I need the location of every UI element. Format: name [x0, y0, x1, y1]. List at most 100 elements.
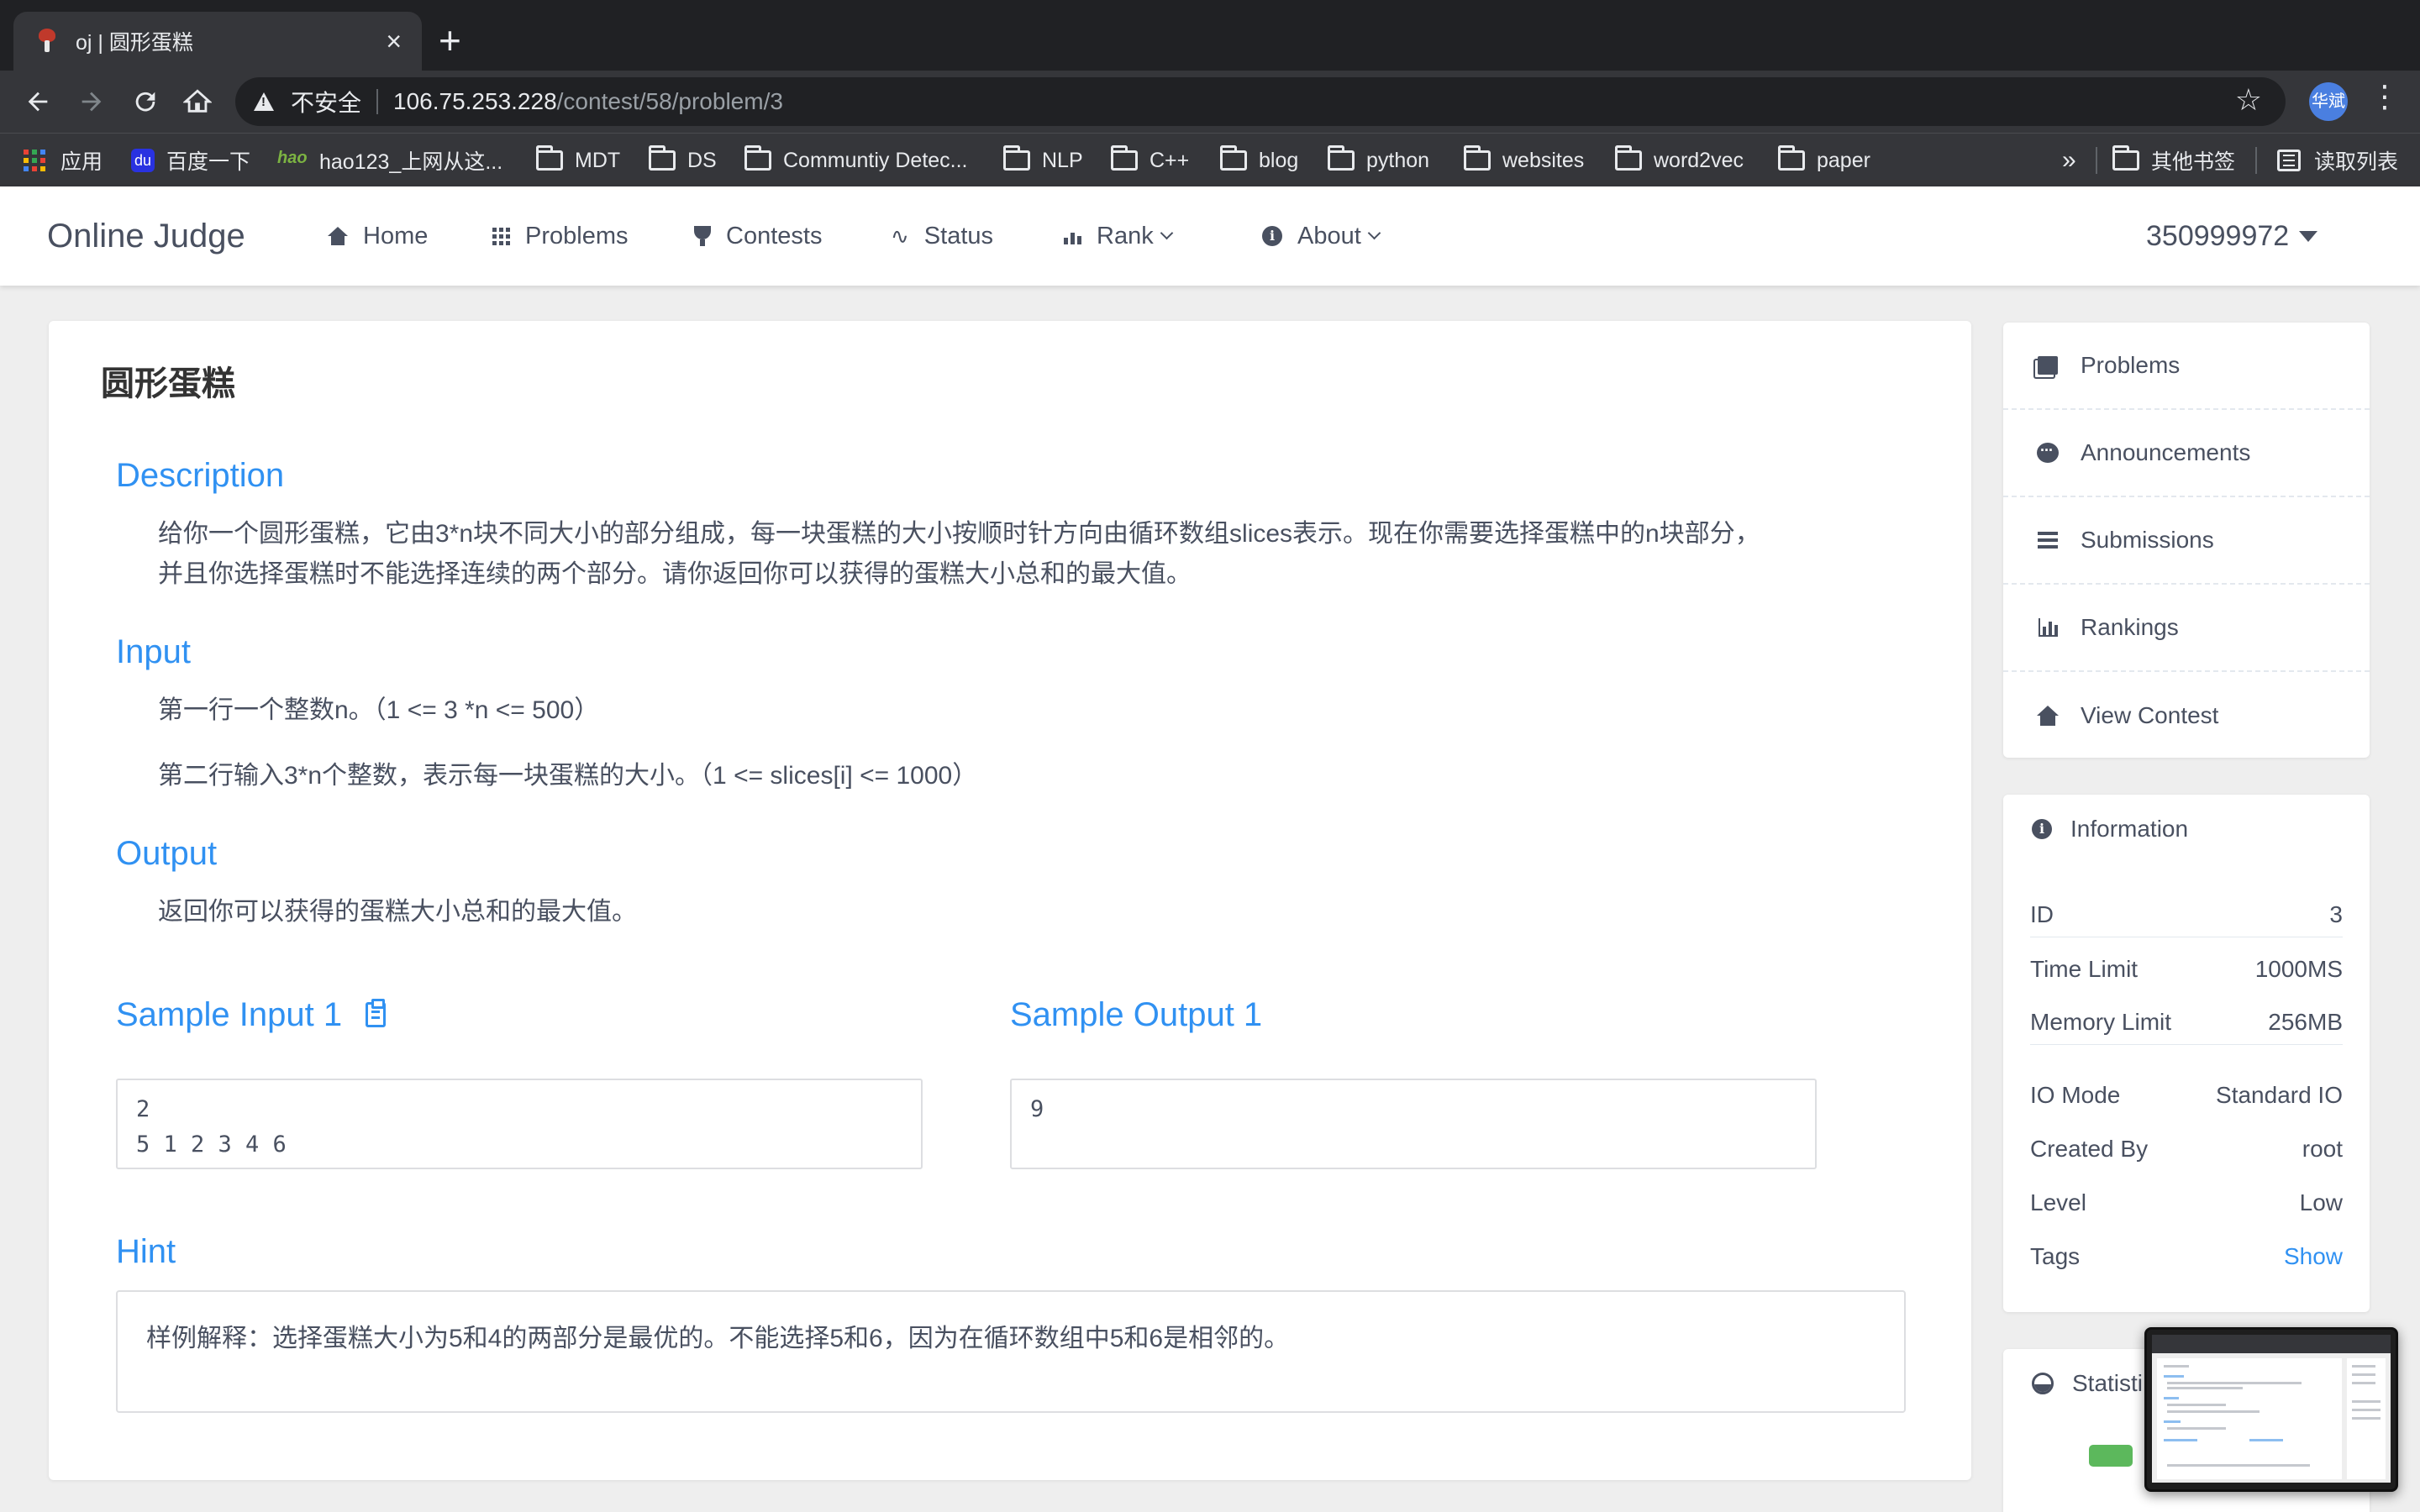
folder-icon	[1111, 145, 1138, 171]
nav-status-label: Status	[923, 222, 994, 249]
nav-contests[interactable]: Contests	[694, 186, 822, 286]
nav-problems[interactable]: Problems	[492, 186, 629, 286]
bookmark-star-icon[interactable]: ☆	[2235, 82, 2262, 118]
description-line: 并且你选择蛋糕时不能选择连续的两个部分。请你返回你可以获得的蛋糕大小总和的最大值…	[158, 560, 1192, 588]
sample-input-heading: Sample Input 1	[116, 996, 387, 1034]
bookmark-folder-ds[interactable]: DS	[649, 134, 717, 187]
bookmark-folder-nlp[interactable]: NLP	[1003, 134, 1083, 187]
sidebar-item-rankings[interactable]: Rankings	[2003, 585, 2370, 672]
chart-legend-swatch[interactable]	[2089, 1445, 2133, 1467]
statistic-title: Statisti	[2072, 1370, 2144, 1396]
new-tab-button[interactable]: +	[439, 18, 461, 62]
pie-chart-icon	[2032, 1373, 2054, 1394]
nav-problems-label: Problems	[525, 222, 629, 249]
bookmarks-overflow-button[interactable]: »	[2062, 134, 2076, 187]
sidebar-item-submissions[interactable]: Submissions	[2003, 497, 2370, 585]
favicon-icon	[37, 29, 57, 54]
clipboard-copy-icon[interactable]	[366, 999, 387, 1027]
folder-icon	[1464, 145, 1491, 171]
nav-contests-label: Contests	[726, 222, 823, 249]
reload-icon	[135, 92, 155, 112]
nav-about-dropdown[interactable]: i About	[1262, 186, 1381, 286]
bookmark-folder-paper[interactable]: paper	[1778, 134, 1870, 187]
security-label: 不安全	[291, 90, 362, 116]
username: 350999972	[2146, 220, 2290, 252]
nav-rank-dropdown[interactable]: Rank	[1064, 186, 1173, 286]
forward-button[interactable]	[71, 79, 113, 124]
book-icon	[2038, 356, 2058, 375]
other-bookmarks[interactable]: 其他书签	[2112, 134, 2235, 187]
nav-home[interactable]: Home	[328, 186, 428, 286]
info-row-io-mode: IO Mode Standard IO	[2030, 1063, 2343, 1117]
bookmark-folder-mdt[interactable]: MDT	[536, 134, 620, 187]
bookmark-folder-websites[interactable]: websites	[1464, 134, 1584, 187]
chat-icon	[2037, 438, 2059, 463]
info-key: Memory Limit	[2030, 1009, 2172, 1035]
info-key: Created By	[2030, 1136, 2149, 1162]
info-row-memory-limit: Memory Limit 256MB	[2030, 991, 2343, 1045]
bar-chart-icon	[2038, 618, 2058, 637]
back-button[interactable]	[17, 79, 59, 124]
nav-status[interactable]: ∿ Status	[891, 186, 993, 286]
grid-icon	[492, 227, 510, 245]
tab-title: oj | 圆形蛋糕	[76, 31, 193, 55]
reload-button[interactable]	[124, 79, 166, 124]
home-button[interactable]	[176, 79, 218, 124]
menu-kebab-icon[interactable]: ⋮	[2370, 79, 2400, 114]
reading-list[interactable]: 读取列表	[2277, 134, 2398, 187]
bookmark-label: word2vec	[1654, 148, 1744, 172]
warning-icon	[254, 92, 274, 111]
problem-card: 圆形蛋糕 Description 给你一个圆形蛋糕，它由3*n块不同大小的部分组…	[49, 321, 1971, 1480]
sample-input-box: 2 5 1 2 3 4 6	[116, 1079, 923, 1169]
chevron-down-icon	[1367, 226, 1381, 239]
user-menu-dropdown[interactable]: 350999972	[2146, 186, 2318, 286]
close-tab-icon[interactable]: ×	[386, 26, 402, 57]
sidebar-item-announcements[interactable]: Announcements	[2003, 410, 2370, 497]
sidebar-item-label: Submissions	[2081, 527, 2214, 553]
bookmark-folder-cpp[interactable]: C++	[1111, 134, 1189, 187]
profile-avatar[interactable]: 华斌	[2309, 82, 2348, 121]
bookmark-label: MDT	[575, 148, 621, 172]
information-header: i Information	[2003, 795, 2370, 864]
bookmark-apps[interactable]: 应用	[24, 134, 103, 187]
bookmarks-bar: 应用 du 百度一下 hao hao123_上网从这... MDT DS Com…	[0, 133, 2420, 186]
bookmark-label: paper	[1817, 148, 1870, 172]
info-key: Level	[2030, 1189, 2086, 1215]
bookmark-folder-word2vec[interactable]: word2vec	[1615, 134, 1744, 187]
folder-icon	[744, 145, 771, 171]
bookmark-folder-community[interactable]: Communtiy Detec...	[744, 134, 968, 187]
folder-icon	[1220, 145, 1247, 171]
home-icon	[328, 226, 348, 245]
bookmark-folder-python[interactable]: python	[1328, 134, 1429, 187]
description-line: 给你一个圆形蛋糕，它由3*n块不同大小的部分组成，每一块蛋糕的大小按顺时针方向由…	[158, 520, 1760, 548]
sample-output-box: 9	[1010, 1079, 1817, 1169]
sidebar-item-problems[interactable]: Problems	[2003, 323, 2370, 410]
bookmark-hao123[interactable]: hao hao123_上网从这...	[277, 134, 502, 187]
address-bar[interactable]: 不安全 106.75.253.228 /contest/58/problem/3…	[235, 77, 2286, 126]
info-value: root	[2302, 1136, 2343, 1162]
reading-list-label: 读取列表	[2314, 150, 2399, 174]
pulse-icon: ∿	[891, 223, 909, 249]
info-value: 1000MS	[2254, 956, 2343, 982]
bookmark-label: NLP	[1042, 148, 1083, 172]
browser-tab[interactable]: oj | 圆形蛋糕 ×	[13, 12, 422, 71]
list-icon	[2038, 538, 2058, 542]
sidebar-item-label: Announcements	[2081, 439, 2251, 465]
nav-rank-label: Rank	[1097, 222, 1154, 249]
back-arrow-icon	[28, 92, 48, 112]
bookmark-folder-blog[interactable]: blog	[1220, 134, 1298, 187]
info-row-level: Level Low	[2030, 1171, 2343, 1225]
bookmark-label: hao123_上网从这...	[319, 150, 503, 174]
site-logo[interactable]: Online Judge	[47, 186, 245, 286]
caret-down-icon	[2299, 231, 2318, 242]
sidebar-item-view-contest[interactable]: View Contest	[2003, 672, 2370, 759]
show-tags-link[interactable]: Show	[2284, 1243, 2343, 1270]
input-heading: Input	[116, 633, 191, 670]
bookmark-baidu[interactable]: du 百度一下	[131, 134, 250, 187]
info-value: Standard IO	[2216, 1082, 2343, 1108]
info-icon: i	[2032, 819, 2052, 839]
info-row-created-by: Created By root	[2030, 1117, 2343, 1171]
nav-home-label: Home	[363, 222, 429, 249]
screenshot-thumbnail[interactable]	[2144, 1327, 2398, 1492]
url-path: /contest/58/problem/3	[556, 88, 783, 114]
